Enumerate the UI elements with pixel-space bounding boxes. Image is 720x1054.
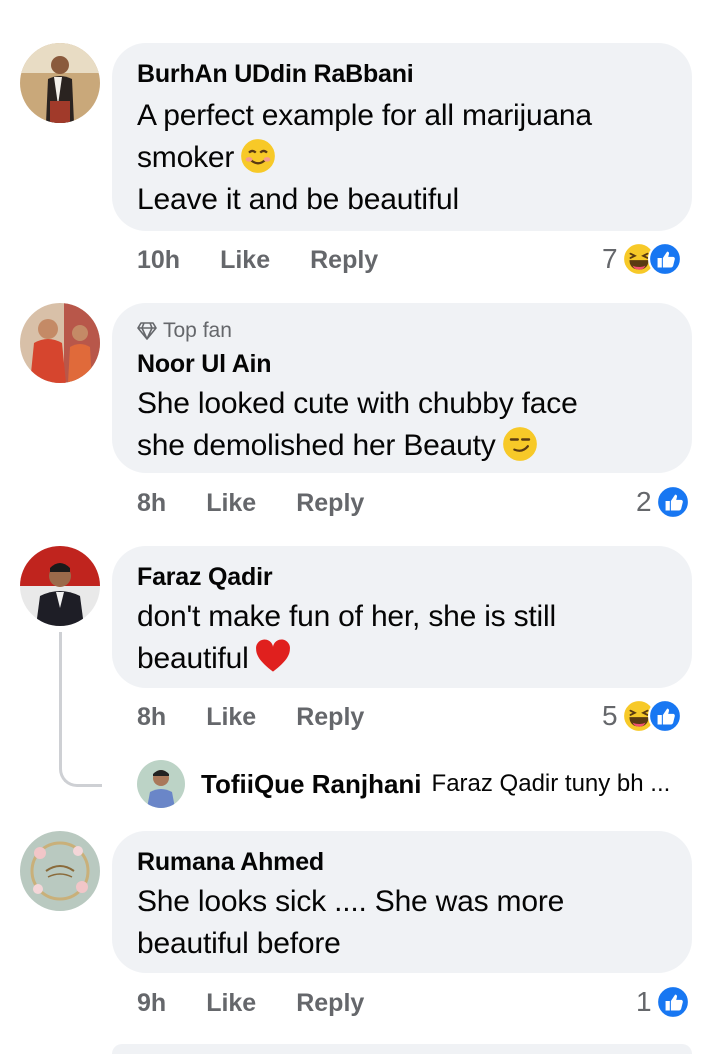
comment-text-line: beautiful xyxy=(137,638,666,680)
comment-time[interactable]: 8h xyxy=(137,703,166,732)
comment-actions: 9h Like Reply xyxy=(137,989,404,1018)
reaction-summary[interactable]: 2 xyxy=(636,485,690,519)
comment-text-line: She looks sick .... She was more xyxy=(137,885,565,918)
reply-author[interactable]: TofiiQue Ranjhani xyxy=(201,769,422,800)
comment-author[interactable]: BurhAn UDdin RaBbani xyxy=(137,59,666,89)
like-button[interactable]: Like xyxy=(220,246,270,275)
reply-button[interactable]: Reply xyxy=(296,989,364,1018)
like-icon xyxy=(656,985,690,1019)
avatar[interactable] xyxy=(20,831,100,911)
avatar[interactable] xyxy=(20,546,100,626)
like-button[interactable]: Like xyxy=(206,989,256,1018)
comment-actions: 10h Like Reply xyxy=(137,246,418,275)
reaction-count: 7 xyxy=(602,243,618,274)
smirking-face-icon xyxy=(502,427,537,461)
comment-bubble: Faraz Qadir don't make fun of her, she i… xyxy=(112,546,692,688)
top-fan-label: Top fan xyxy=(163,319,232,342)
reply-button[interactable]: Reply xyxy=(310,246,378,275)
diamond-icon xyxy=(137,322,157,340)
like-button[interactable]: Like xyxy=(206,703,256,732)
comment-text-line: She looked cute with chubby face xyxy=(137,387,578,420)
smiling-face-icon xyxy=(241,139,276,173)
reaction-summary[interactable]: 1 xyxy=(636,985,690,1019)
comment-text-line: Leave it and be beautiful xyxy=(137,183,459,216)
comment-actions: 8h Like Reply xyxy=(137,703,404,732)
reaction-count: 2 xyxy=(636,486,652,517)
comment-author[interactable]: Noor Ul Ain xyxy=(137,349,666,379)
like-button[interactable]: Like xyxy=(206,489,256,518)
comment-time[interactable]: 9h xyxy=(137,989,166,1018)
comment-actions: 8h Like Reply xyxy=(137,489,404,518)
reaction-summary[interactable]: 7 xyxy=(602,242,682,276)
reply-snippet: Faraz Qadir tuny bh ... xyxy=(431,770,671,797)
avatar[interactable] xyxy=(20,303,100,383)
comment-bubble: Rumana Ahmed She looks sick .... She was… xyxy=(112,831,692,973)
comment-author[interactable]: Rumana Ahmed xyxy=(137,847,666,877)
comment-time[interactable]: 10h xyxy=(137,246,180,275)
reaction-count: 5 xyxy=(602,700,618,731)
avatar xyxy=(137,760,185,808)
comment-bubble: Top fan Noor Ul Ain She looked cute with… xyxy=(112,303,692,473)
next-comment-edge xyxy=(112,1044,692,1054)
comment-text-line: beautiful before xyxy=(137,927,341,960)
comment-time[interactable]: 8h xyxy=(137,489,166,518)
reaction-summary[interactable]: 5 xyxy=(602,699,682,733)
thread-connector xyxy=(59,632,102,787)
comment-text-line: smoker xyxy=(137,137,666,179)
comment-author[interactable]: Faraz Qadir xyxy=(137,562,666,592)
reaction-count: 1 xyxy=(636,986,652,1017)
comment-text-line: she demolished her Beauty xyxy=(137,425,666,467)
like-icon xyxy=(648,699,682,733)
reply-button[interactable]: Reply xyxy=(296,703,364,732)
top-fan-badge: Top fan xyxy=(137,319,666,343)
reply-preview[interactable]: TofiiQue Ranjhani Faraz Qadir tuny bh ..… xyxy=(137,760,670,808)
comment-text-line: don't make fun of her, she is still xyxy=(137,600,556,633)
like-icon xyxy=(648,242,682,276)
comment-bubble: BurhAn UDdin RaBbani A perfect example f… xyxy=(112,43,692,231)
reply-button[interactable]: Reply xyxy=(296,489,364,518)
red-heart-icon xyxy=(255,639,290,672)
comment-text-line: A perfect example for all marijuana xyxy=(137,99,592,132)
like-icon xyxy=(656,485,690,519)
avatar[interactable] xyxy=(20,43,100,123)
